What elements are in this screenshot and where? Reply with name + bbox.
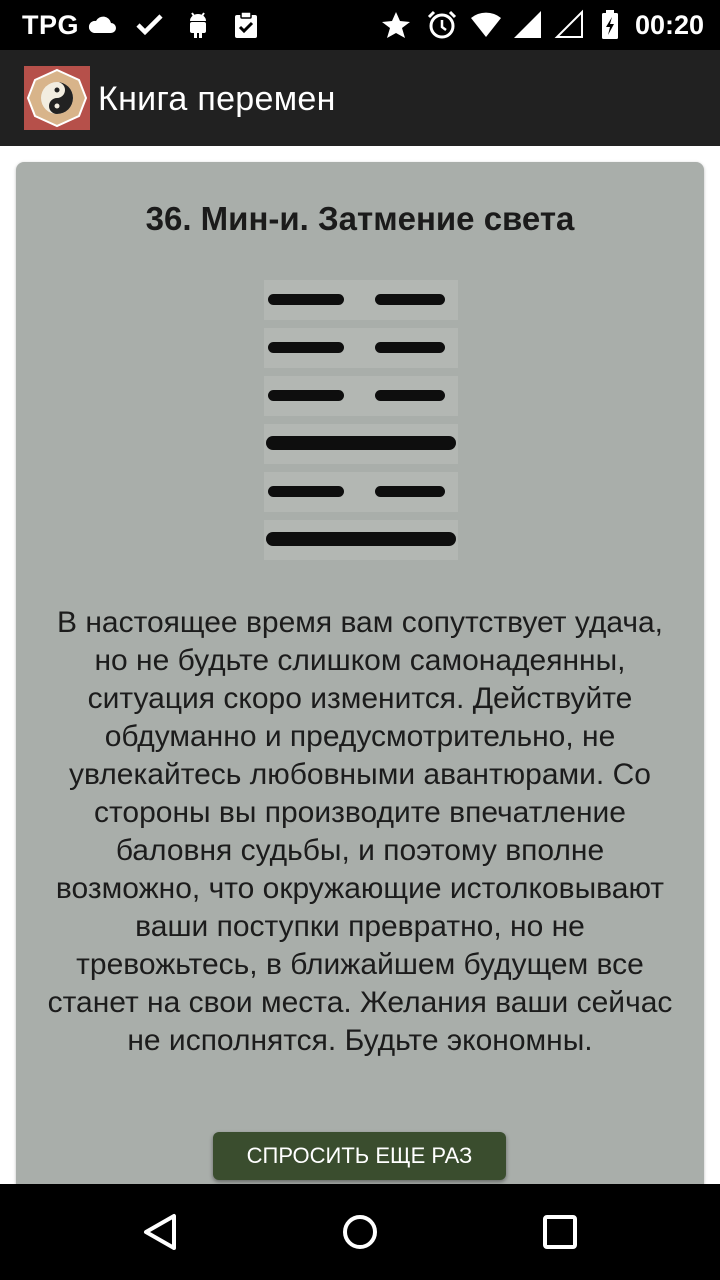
home-icon[interactable] [336, 1208, 384, 1256]
prediction-line: ваши поступки превратно, но не [135, 910, 585, 943]
hexagram-line-1 [268, 294, 344, 305]
prediction-line: В настоящее время вам сопутствует удача, [56, 606, 664, 639]
alarm-icon [427, 10, 457, 39]
signal-icon [514, 11, 541, 38]
prediction-line: стороны вы производите впечатление [93, 796, 626, 829]
hexagram-figure [264, 280, 458, 560]
prediction-line: ситуация скоро изменится. Действуйте [87, 682, 633, 715]
check-icon [136, 14, 163, 36]
hexagram-line-6 [266, 532, 456, 546]
prediction-line: но не будьте слишком самонадеянны, [94, 644, 626, 677]
hexagram-line-3 [268, 390, 344, 401]
hexagram-title: 36. Мин-и. Затмение света [145, 200, 575, 237]
signal-empty-icon [554, 9, 583, 38]
status-bar: TPG 00:20 [0, 0, 720, 50]
prediction-line: станет на свои места. Желания ваши сейча… [47, 986, 673, 1019]
prediction-line: баловня судьбы, и поэтому вполне [115, 834, 605, 867]
clock: 00:20 [634, 10, 704, 40]
yin-yang-logo[interactable] [24, 66, 90, 130]
nav-bar [0, 1184, 720, 1280]
prediction-line: не исполнятся. Будьте экономны. [127, 1024, 593, 1057]
android-icon [190, 12, 206, 38]
hexagram-line-4 [266, 436, 456, 450]
prediction-line: тревожьтесь, в ближайшем будущем все [76, 948, 644, 981]
cloud-icon [88, 16, 116, 33]
prediction-line: обдуманно и предусмотрительно, не [104, 720, 616, 753]
hexagram-line-5 [268, 486, 344, 497]
prediction-line: возможно, что окружающие истолковывают [55, 872, 665, 905]
star-icon [382, 12, 410, 38]
ask-again-button[interactable]: СПРОСИТЬ ЕЩЕ РАЗ [213, 1132, 506, 1180]
carrier-label: TPG [22, 10, 80, 40]
clipboard-check-icon [235, 11, 257, 38]
app-title: Книга перемен [98, 80, 336, 118]
app-bar: Книга перемен [0, 50, 720, 146]
prediction-line: увлекайтесь любовными авантюрами. Со [69, 758, 651, 791]
prediction-text: В настоящее время вам сопутствует удача,… [20, 604, 700, 1060]
recents-icon[interactable] [536, 1208, 584, 1256]
wifi-icon [471, 12, 501, 38]
back-icon[interactable] [136, 1208, 184, 1256]
battery-charging-icon [602, 10, 618, 39]
hexagram-line-2 [268, 342, 344, 353]
